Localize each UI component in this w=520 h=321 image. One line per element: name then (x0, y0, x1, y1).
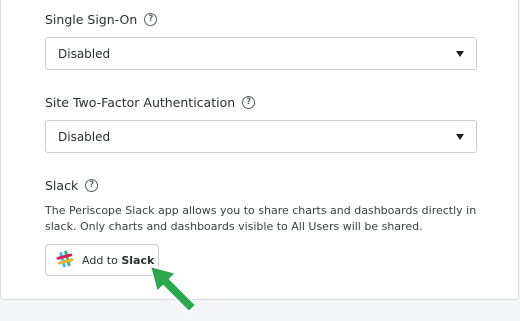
two-factor-label-row: Site Two-Factor Authentication ? (45, 95, 256, 110)
add-to-slack-button[interactable]: Add to Slack (45, 244, 159, 276)
slack-label-row: Slack ? (45, 178, 99, 193)
two-factor-select-value: Disabled (58, 129, 111, 144)
sso-label-row: Single Sign-On ? (45, 12, 158, 27)
two-factor-select[interactable]: Disabled (45, 120, 477, 153)
pointer-arrow-icon (149, 265, 197, 313)
settings-panel: Single Sign-On ? Disabled Site Two-Facto… (0, 0, 519, 300)
two-factor-label: Site Two-Factor Authentication (45, 95, 236, 110)
sso-select-value: Disabled (58, 46, 111, 61)
slack-logo-icon (56, 250, 74, 271)
help-circle-icon[interactable]: ? (85, 179, 99, 192)
caret-down-icon (456, 134, 464, 140)
caret-down-icon (456, 51, 464, 57)
help-circle-icon[interactable]: ? (242, 96, 256, 109)
slack-label: Slack (45, 178, 79, 193)
slack-description: The Periscope Slack app allows you to sh… (45, 204, 477, 233)
sso-select[interactable]: Disabled (45, 37, 477, 70)
help-circle-icon[interactable]: ? (144, 13, 158, 26)
sso-label: Single Sign-On (45, 12, 138, 27)
add-to-slack-label: Add to Slack (82, 253, 155, 267)
